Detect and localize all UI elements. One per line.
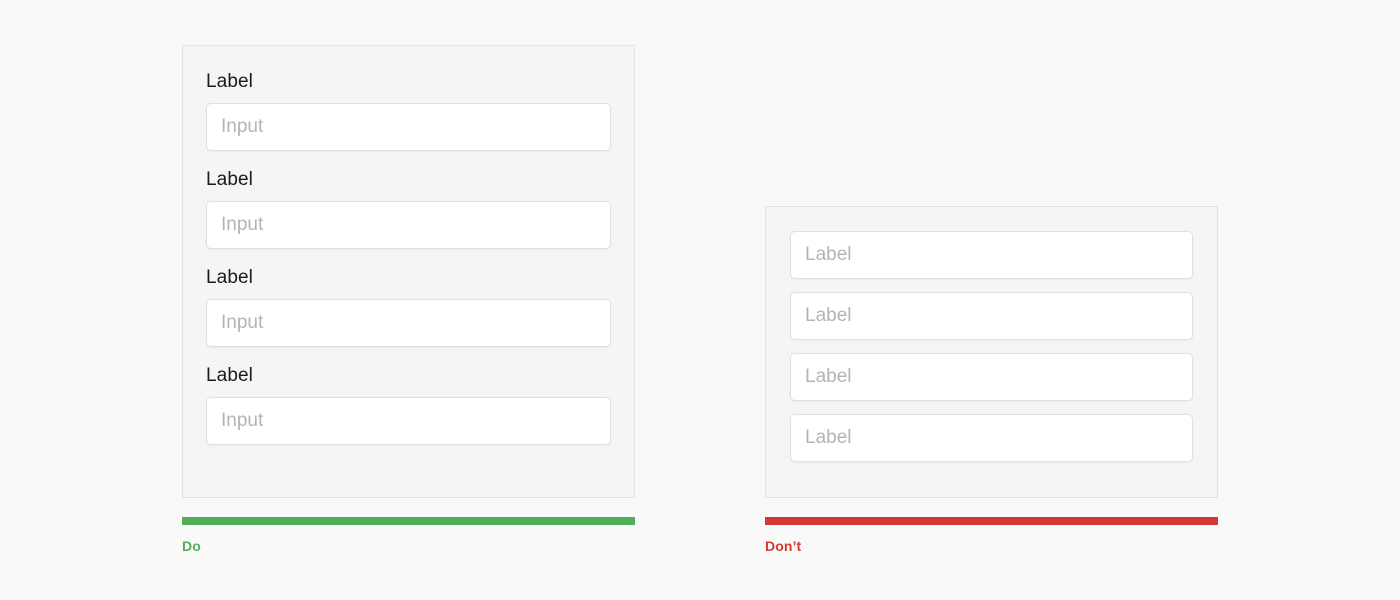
field-label: Label [206,267,253,288]
field-label: Label [206,365,253,386]
dont-indicator-bar [765,517,1218,525]
text-input[interactable] [206,299,611,347]
do-verdict-label: Do [182,538,201,554]
dont-example [765,206,1218,498]
form-field-group: Label [206,70,611,151]
form-field-group: Label [206,364,611,445]
text-input[interactable] [790,414,1193,462]
do-indicator-bar [182,517,635,525]
text-input[interactable] [206,103,611,151]
do-form-panel: Label Label Label Label [182,45,635,498]
text-input[interactable] [790,353,1193,401]
field-label: Label [206,169,253,190]
text-input[interactable] [790,231,1193,279]
form-field-group: Label [206,266,611,347]
do-example: Label Label Label Label [182,45,635,498]
dont-verdict-label: Don’t [765,538,802,554]
dont-form-panel [765,206,1218,498]
text-input[interactable] [206,397,611,445]
do-verdict: Do [182,517,635,555]
text-input[interactable] [206,201,611,249]
form-field-group: Label [206,168,611,249]
dont-verdict: Don’t [765,517,1218,555]
field-label: Label [206,71,253,92]
text-input[interactable] [790,292,1193,340]
guidance-stage: Label Label Label Label Do [0,0,1400,600]
